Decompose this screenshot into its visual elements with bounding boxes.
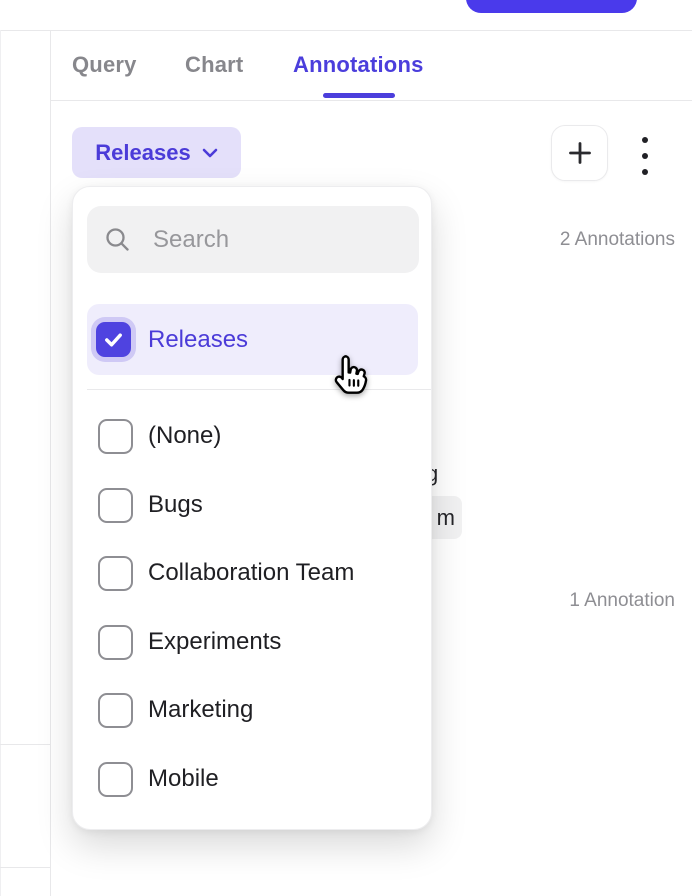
- checkbox-unchecked[interactable]: [98, 693, 133, 728]
- sidebar-row-divider: [0, 744, 50, 745]
- checkbox-unchecked[interactable]: [98, 762, 133, 797]
- checkbox-checked[interactable]: [96, 322, 131, 357]
- option-label: Marketing: [148, 696, 253, 724]
- option-experiments[interactable]: Experiments: [87, 623, 418, 661]
- tab-chart[interactable]: Chart: [185, 52, 243, 78]
- kebab-dot: [642, 137, 648, 143]
- option-marketing[interactable]: Marketing: [87, 691, 418, 729]
- kebab-dot: [642, 169, 648, 175]
- releases-filter-label: Releases: [95, 140, 190, 166]
- option-label: Releases: [148, 326, 248, 354]
- annotations-page: Query Chart Annotations Releases 2 Annot…: [0, 0, 692, 896]
- kebab-dot: [642, 153, 648, 159]
- checkbox-unchecked[interactable]: [98, 419, 133, 454]
- option-mobile[interactable]: Mobile: [87, 760, 418, 798]
- tab-annotations[interactable]: Annotations: [293, 52, 424, 78]
- primary-action-button[interactable]: [466, 0, 637, 13]
- option-label: Bugs: [148, 491, 203, 519]
- search-input[interactable]: [151, 225, 395, 255]
- sidebar-row-divider: [0, 867, 50, 868]
- releases-filter-button[interactable]: Releases: [72, 127, 241, 178]
- sidebar-divider: [50, 30, 51, 896]
- tabs-divider: [50, 100, 692, 101]
- checkbox-unchecked[interactable]: [98, 625, 133, 660]
- option-label: Mobile: [148, 765, 219, 793]
- dropdown-divider: [87, 389, 431, 390]
- add-annotation-button[interactable]: [551, 125, 608, 181]
- search-icon: [104, 226, 131, 253]
- dropdown-search[interactable]: [87, 206, 419, 273]
- checkbox-unchecked[interactable]: [98, 488, 133, 523]
- topbar-divider: [0, 30, 692, 31]
- option-label: (None): [148, 422, 221, 450]
- chevron-down-icon: [202, 148, 218, 158]
- option-collaboration-team[interactable]: Collaboration Team: [87, 554, 418, 592]
- option-bugs[interactable]: Bugs: [87, 486, 418, 524]
- option-label: Collaboration Team: [148, 559, 354, 587]
- checkmark-icon: [102, 328, 125, 351]
- tab-query[interactable]: Query: [72, 52, 137, 78]
- checkbox-unchecked[interactable]: [98, 556, 133, 591]
- annotation-count-top: 2 Annotations: [560, 229, 675, 251]
- more-options-button[interactable]: [637, 137, 653, 175]
- releases-filter-dropdown: Releases (None) Bugs Collaboration Team …: [72, 186, 432, 830]
- option-none[interactable]: (None): [87, 417, 418, 455]
- plus-icon: [564, 137, 596, 169]
- option-label: Experiments: [148, 628, 281, 656]
- annotation-count-bottom: 1 Annotation: [569, 590, 675, 612]
- active-tab-indicator: [323, 93, 395, 98]
- option-releases-selected[interactable]: Releases: [87, 304, 418, 375]
- left-edge-border: [0, 30, 1, 896]
